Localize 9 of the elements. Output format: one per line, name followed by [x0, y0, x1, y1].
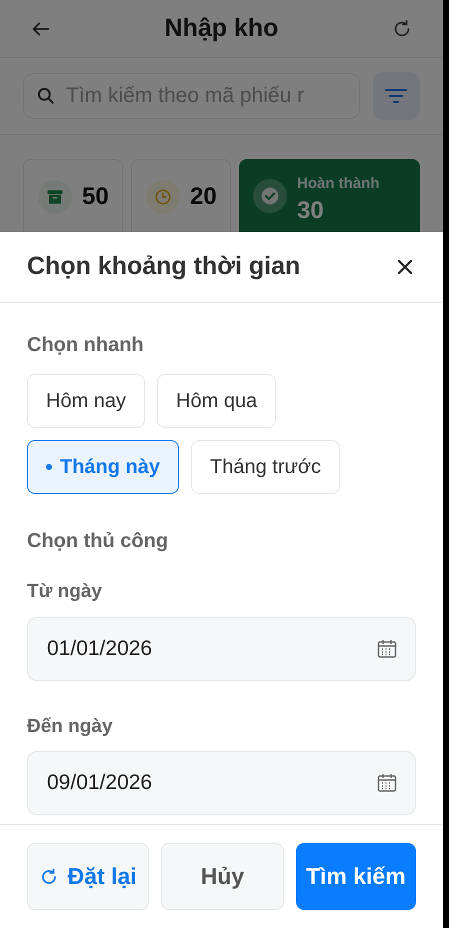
- field-label: Đến ngày: [27, 714, 114, 738]
- page-title: Nhập kho: [164, 12, 278, 44]
- field-label: Từ ngày: [27, 580, 103, 604]
- stat-value: 30: [297, 196, 325, 226]
- stat-value: 50: [82, 182, 109, 212]
- stat-label: Hoàn thành: [297, 174, 380, 194]
- stat-value: 20: [190, 182, 217, 212]
- section-label: Chọn nhanh: [27, 333, 145, 358]
- section-label: Chọn thủ công: [27, 529, 170, 554]
